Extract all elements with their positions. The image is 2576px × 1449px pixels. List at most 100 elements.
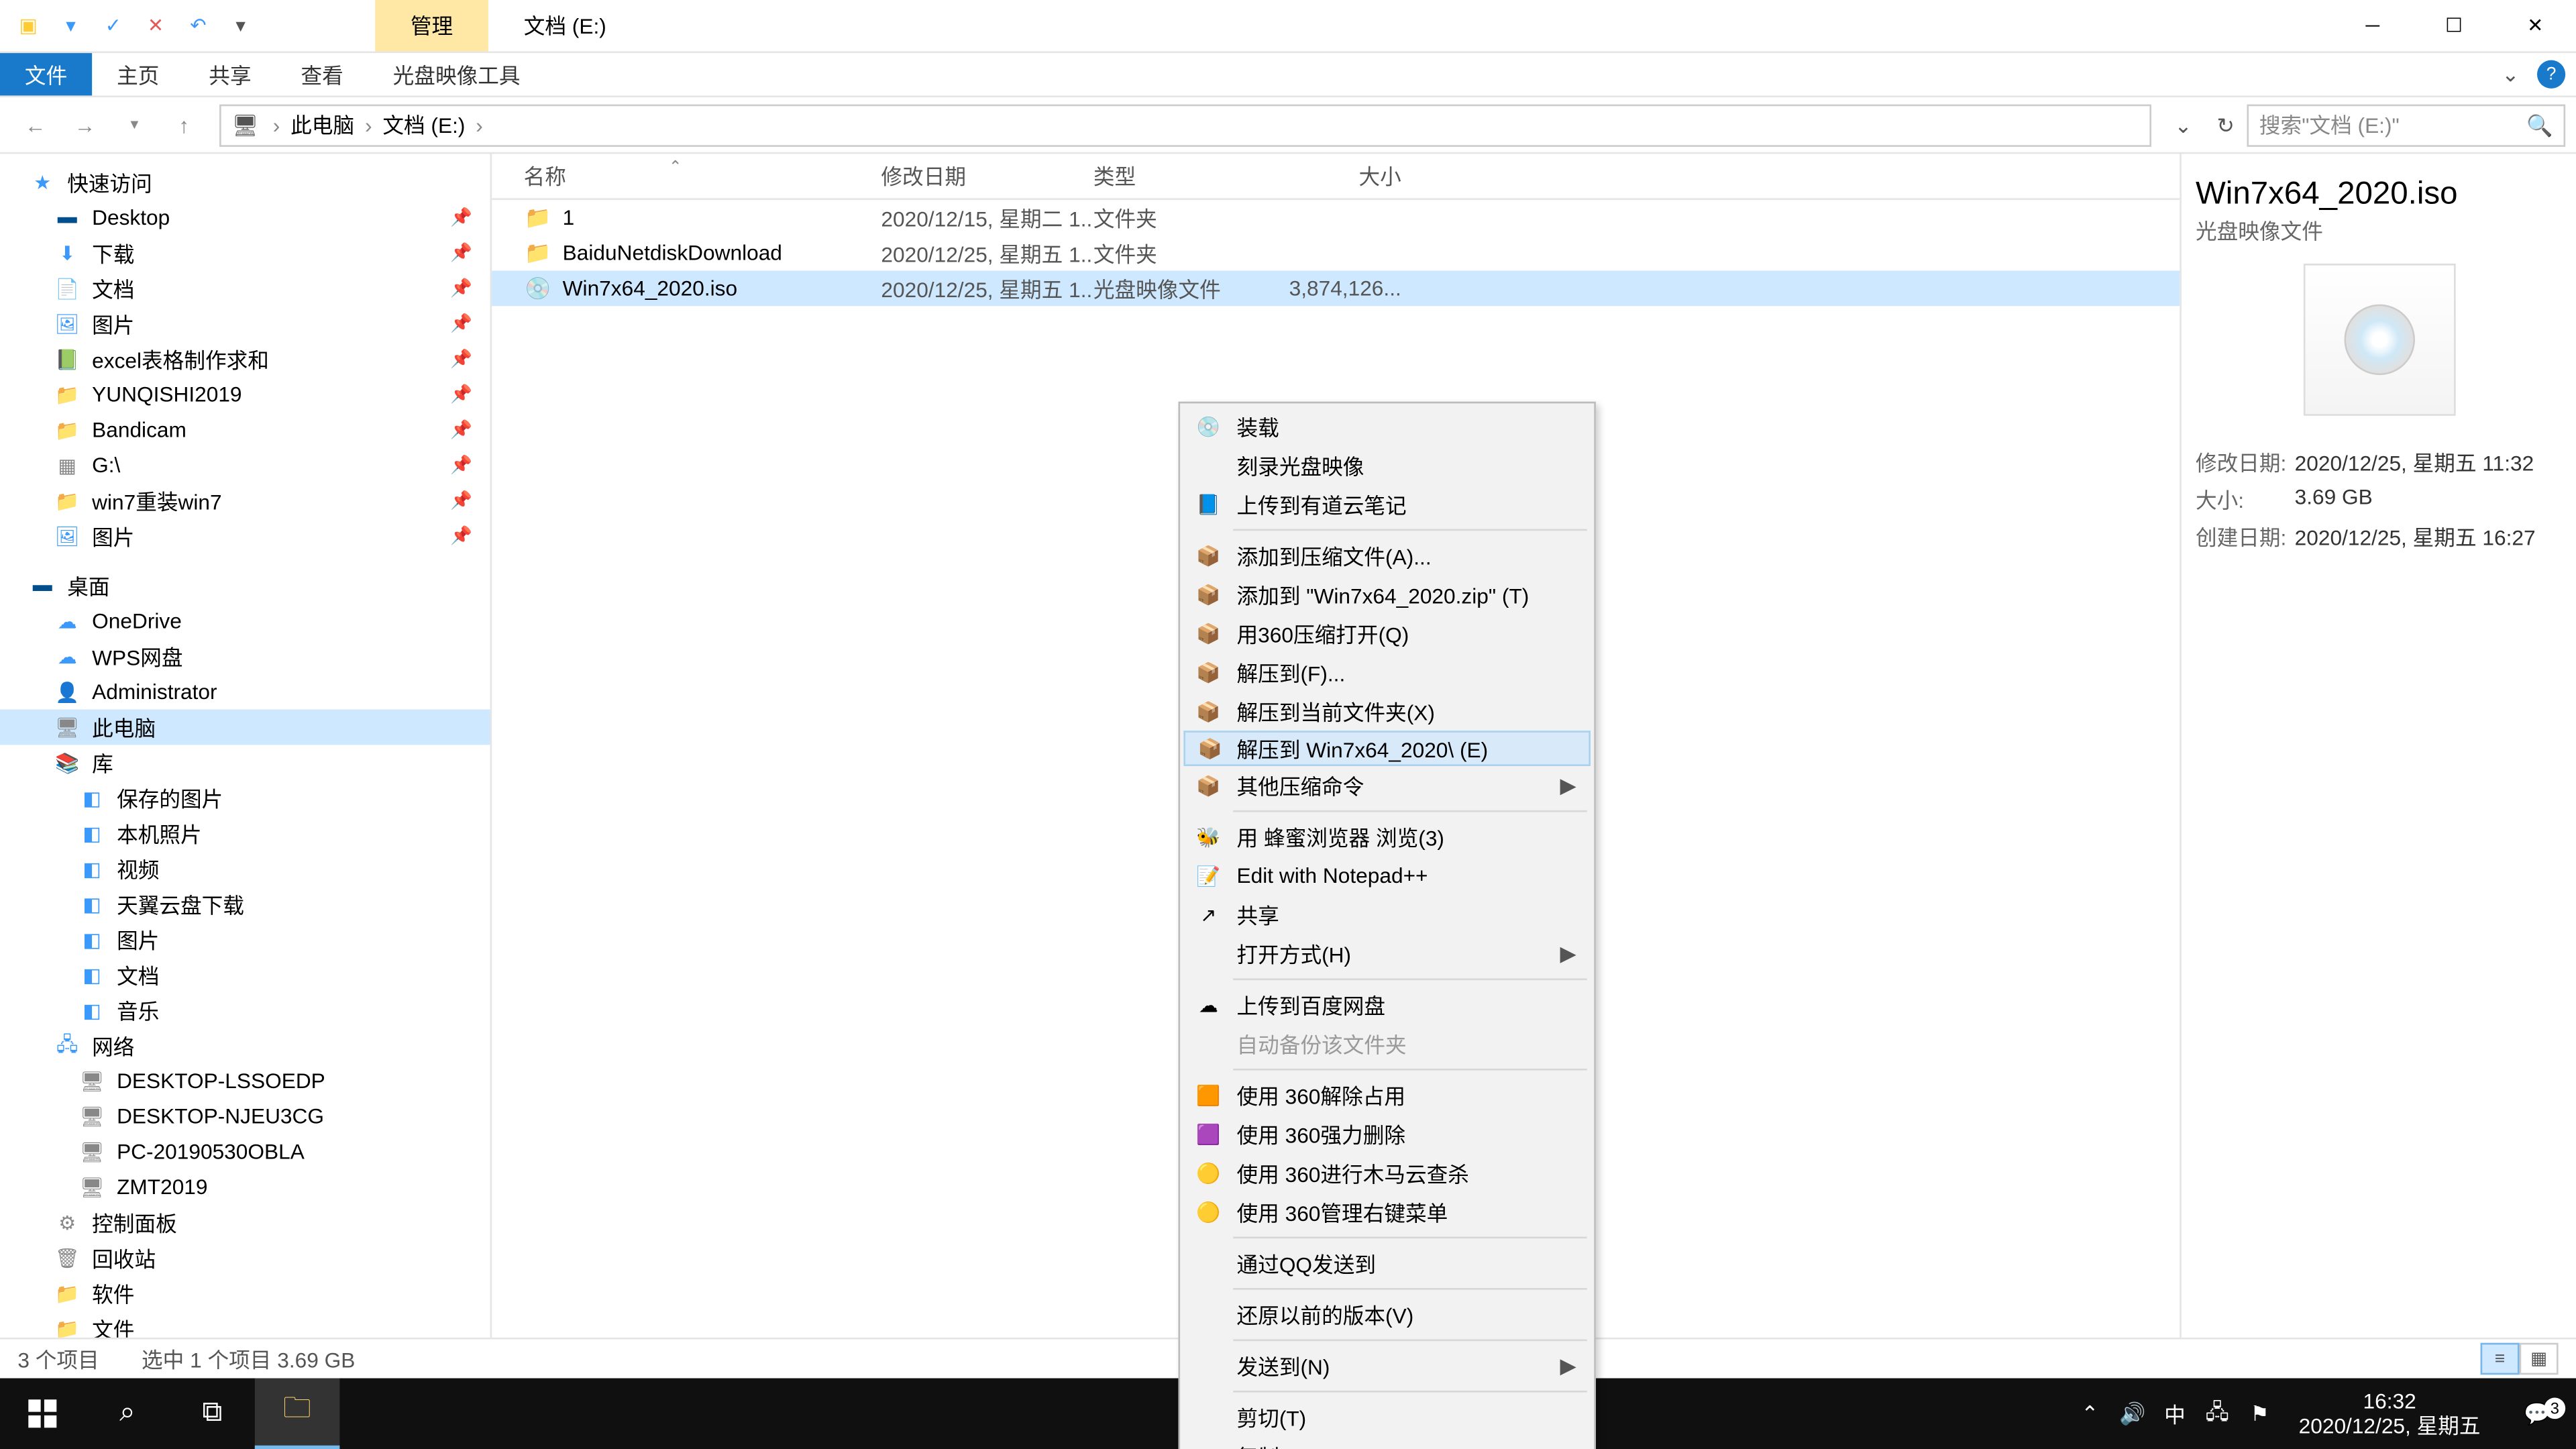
tree-item[interactable]: 📁软件: [0, 1276, 490, 1311]
tree-item[interactable]: ◧图片: [0, 922, 490, 957]
nav-back-button[interactable]: ←: [14, 103, 56, 146]
tree-desktop[interactable]: ▬桌面: [0, 568, 490, 604]
network-icon[interactable]: 🖧: [2196, 1395, 2239, 1432]
ribbon-tab-view[interactable]: 查看: [276, 53, 368, 95]
context-menu-item[interactable]: 📝Edit with Notepad++: [1183, 856, 1591, 895]
breadcrumb-loc[interactable]: 文档 (E:): [379, 110, 469, 140]
tree-item[interactable]: 📗excel表格制作求和📌: [0, 341, 490, 377]
tree-item[interactable]: ⚙控制面板: [0, 1205, 490, 1240]
tree-item[interactable]: 📚库: [0, 745, 490, 780]
ribbon-tab-disc-tools[interactable]: 光盘映像工具: [368, 53, 545, 95]
context-menu-item[interactable]: 📦解压到 Win7x64_2020\ (E): [1183, 731, 1591, 766]
tree-item[interactable]: ◧保存的图片: [0, 780, 490, 816]
tree-item[interactable]: 📁YUNQISHI2019📌: [0, 377, 490, 413]
tree-item[interactable]: ◧文档: [0, 957, 490, 993]
address-dropdown[interactable]: ⌄: [2162, 112, 2204, 137]
tree-item[interactable]: ⬇下载📌: [0, 235, 490, 271]
maximize-button[interactable]: ☐: [2413, 0, 2494, 51]
nav-recent-button[interactable]: ▾: [113, 103, 156, 146]
context-menu-item[interactable]: 📦其他压缩命令▶: [1183, 766, 1591, 805]
tray-overflow-icon[interactable]: ⌃: [2069, 1401, 2111, 1426]
qat-more[interactable]: ▾: [221, 6, 260, 45]
taskbar-explorer[interactable]: 🗀: [255, 1379, 340, 1449]
context-menu-item[interactable]: 📘上传到有道云笔记: [1183, 485, 1591, 524]
search-button[interactable]: ⌕: [85, 1379, 170, 1449]
taskbar-clock[interactable]: 16:32 2020/12/25, 星期五: [2281, 1389, 2498, 1438]
tree-item[interactable]: 🖥ZMT2019: [0, 1169, 490, 1205]
tree-item[interactable]: 🖥DESKTOP-LSSOEDP: [0, 1063, 490, 1099]
tree-item[interactable]: ◧音乐: [0, 993, 490, 1028]
context-menu-item[interactable]: 📦用360压缩打开(Q): [1183, 614, 1591, 653]
file-row[interactable]: 📁1 2020/12/15, 星期二 1... 文件夹: [492, 200, 2180, 235]
context-menu-item[interactable]: 还原以前的版本(V): [1183, 1295, 1591, 1334]
chevron-right-icon[interactable]: ›: [469, 112, 490, 137]
tree-item[interactable]: 📁文件: [0, 1311, 490, 1338]
context-menu-item[interactable]: 🟡使用 360管理右键菜单: [1183, 1193, 1591, 1232]
task-view-button[interactable]: ⧉: [170, 1379, 255, 1449]
column-header-date[interactable]: 修改日期: [881, 161, 1093, 191]
tree-item[interactable]: 🖥PC-20190530OBLA: [0, 1134, 490, 1170]
refresh-button[interactable]: ↻: [2204, 112, 2247, 137]
context-menu-item[interactable]: 🟡使用 360进行木马云查杀: [1183, 1154, 1591, 1193]
tree-item[interactable]: 📄文档📌: [0, 271, 490, 307]
tree-item[interactable]: 🖼图片📌: [0, 306, 490, 341]
tree-item[interactable]: 🖼图片📌: [0, 519, 490, 554]
volume-icon[interactable]: 🔊: [2111, 1401, 2153, 1426]
security-icon[interactable]: ⚑: [2239, 1401, 2281, 1426]
tree-item[interactable]: ◧天翼云盘下载: [0, 886, 490, 922]
ribbon-expand-button[interactable]: ⌄: [2502, 62, 2520, 87]
column-header-type[interactable]: 类型: [1093, 161, 1277, 191]
tree-item[interactable]: 📁win7重装win7📌: [0, 483, 490, 519]
context-menu-item[interactable]: 📦添加到 "Win7x64_2020.zip" (T): [1183, 575, 1591, 614]
column-header-size[interactable]: 大小: [1277, 161, 1419, 191]
search-input[interactable]: 搜索"文档 (E:)" 🔍: [2247, 103, 2565, 146]
file-row[interactable]: 💿Win7x64_2020.iso 2020/12/25, 星期五 1... 光…: [492, 271, 2180, 307]
context-menu-item[interactable]: ☁上传到百度网盘: [1183, 985, 1591, 1024]
context-menu-item[interactable]: 🐝用 蜂蜜浏览器 浏览(3): [1183, 817, 1591, 856]
context-menu-item[interactable]: 💿装载: [1183, 407, 1591, 446]
chevron-right-icon[interactable]: ›: [358, 112, 379, 137]
contextual-tab-manage[interactable]: 管理: [375, 0, 488, 51]
tree-item[interactable]: ☁OneDrive: [0, 603, 490, 639]
undo-icon[interactable]: ↶: [178, 6, 217, 45]
ribbon-tab-file[interactable]: 文件: [0, 53, 92, 95]
chevron-right-icon[interactable]: ›: [266, 112, 287, 137]
tree-item[interactable]: ▦G:\📌: [0, 447, 490, 483]
close-button[interactable]: ✕: [2495, 0, 2576, 51]
search-icon[interactable]: 🔍: [2526, 112, 2553, 137]
view-icons-button[interactable]: ▦: [2520, 1343, 2559, 1375]
context-menu-item[interactable]: 📦解压到(F)...: [1183, 653, 1591, 692]
delete-icon[interactable]: ✕: [136, 6, 175, 45]
view-details-button[interactable]: ≡: [2481, 1343, 2520, 1375]
context-menu-item[interactable]: 剪切(T): [1183, 1398, 1591, 1437]
tree-network[interactable]: 🖧网络: [0, 1028, 490, 1063]
context-menu-item[interactable]: 🟪使用 360强力删除: [1183, 1115, 1591, 1154]
breadcrumb-root[interactable]: 此电脑: [287, 110, 358, 140]
context-menu-item[interactable]: 打开方式(H)▶: [1183, 934, 1591, 973]
context-menu-item[interactable]: 📦添加到压缩文件(A)...: [1183, 536, 1591, 575]
context-menu-item[interactable]: ↗共享: [1183, 896, 1591, 934]
action-center-button[interactable]: 💬 3: [2498, 1401, 2576, 1426]
tree-item[interactable]: ▬Desktop📌: [0, 200, 490, 235]
nav-forward-button[interactable]: →: [64, 103, 106, 146]
column-header-name[interactable]: 名称: [492, 161, 881, 191]
qat-item[interactable]: ▾: [51, 6, 90, 45]
tree-item[interactable]: 🗑回收站: [0, 1240, 490, 1276]
context-menu-item[interactable]: 刻录光盘映像: [1183, 446, 1591, 485]
tree-item[interactable]: 🖥DESKTOP-NJEU3CG: [0, 1099, 490, 1134]
context-menu-item[interactable]: 📦解压到当前文件夹(X): [1183, 692, 1591, 731]
context-menu-item[interactable]: 复制(C): [1183, 1437, 1591, 1449]
breadcrumb[interactable]: 🖥 › 此电脑 › 文档 (E:) ›: [219, 103, 2151, 146]
context-menu-item[interactable]: 🟧使用 360解除占用: [1183, 1076, 1591, 1115]
start-button[interactable]: [0, 1379, 85, 1449]
tree-quick-access[interactable]: ★快速访问: [0, 164, 490, 200]
tree-item[interactable]: 👤Administrator: [0, 674, 490, 710]
nav-up-button[interactable]: ↑: [163, 103, 205, 146]
save-icon[interactable]: ✓: [94, 6, 133, 45]
context-menu-item[interactable]: 发送到(N)▶: [1183, 1346, 1591, 1385]
tree-item[interactable]: 📁Bandicam📌: [0, 413, 490, 448]
tree-item[interactable]: ◧视频: [0, 851, 490, 887]
ime-indicator[interactable]: 中: [2153, 1399, 2196, 1429]
help-icon[interactable]: ?: [2537, 60, 2565, 89]
ribbon-tab-home[interactable]: 主页: [92, 53, 184, 95]
